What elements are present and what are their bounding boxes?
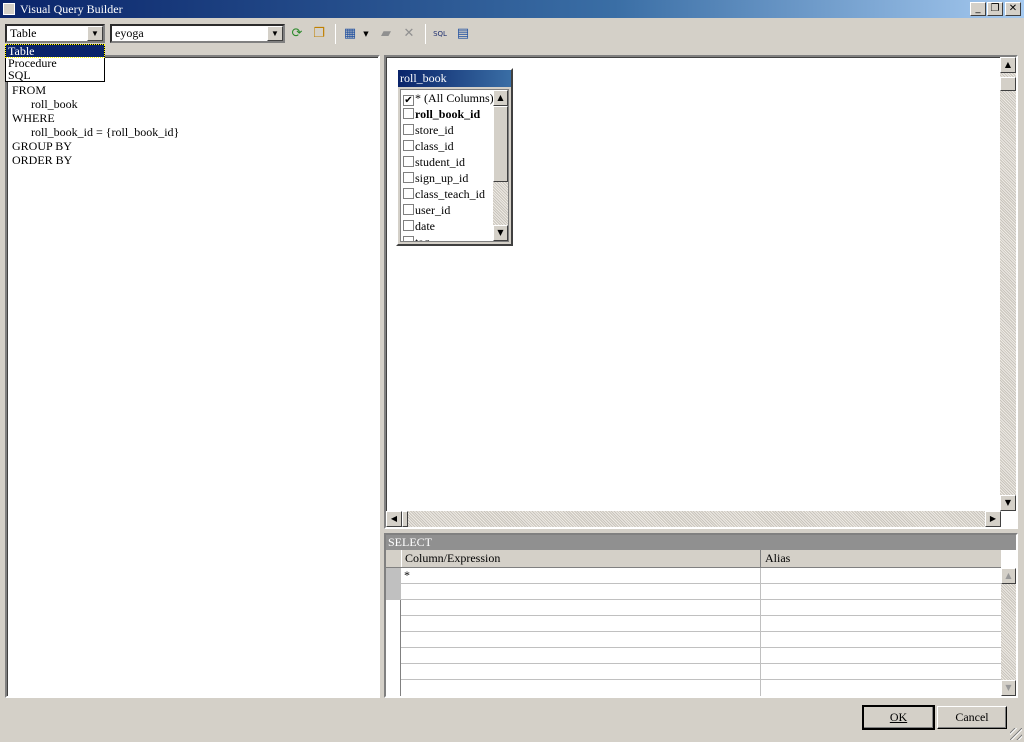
- row-selector[interactable]: [386, 568, 401, 600]
- tree-where[interactable]: WHERE: [12, 111, 55, 126]
- table-row[interactable]: [401, 584, 1001, 600]
- cell-divider: [760, 632, 761, 648]
- tree-group-by[interactable]: GROUP BY: [12, 139, 72, 154]
- grid-view-icon[interactable]: ▤: [454, 25, 472, 43]
- chevron-down-icon[interactable]: ▼: [87, 26, 103, 41]
- tree-condition[interactable]: roll_book_id = {roll_book_id}: [31, 125, 179, 140]
- table-row[interactable]: [401, 616, 1001, 632]
- add-table-icon[interactable]: ▦: [341, 25, 359, 43]
- database-value: eyoga: [115, 26, 144, 40]
- refresh-icon[interactable]: ⟳: [288, 25, 306, 43]
- table-row[interactable]: [401, 680, 1001, 696]
- checkbox[interactable]: [403, 220, 414, 231]
- column-item[interactable]: sign_up_id: [403, 170, 468, 186]
- column-list: ✔ * (All Columns) roll_book_id store_id c…: [400, 89, 509, 242]
- column-item[interactable]: class_id: [403, 138, 454, 154]
- ok-label: OK: [889, 710, 908, 724]
- table-box-roll-book[interactable]: roll_book ✔ * (All Columns) roll_book_id …: [396, 68, 513, 246]
- column-list-scrollbar[interactable]: ▲ ▼: [493, 90, 508, 241]
- scroll-up-icon[interactable]: ▲: [493, 90, 508, 106]
- resize-grip-icon[interactable]: [1010, 728, 1022, 740]
- scroll-left-icon[interactable]: ◀: [386, 511, 402, 527]
- checkbox[interactable]: [403, 156, 414, 167]
- cell-divider: [760, 664, 761, 680]
- restore-button[interactable]: ❐: [987, 2, 1003, 16]
- chevron-down-icon[interactable]: ▼: [267, 26, 283, 41]
- scroll-up-icon[interactable]: ▲: [1000, 57, 1016, 73]
- grid-header: Column/Expression Alias: [386, 550, 1001, 568]
- tree-table[interactable]: roll_book: [31, 97, 78, 112]
- table-box-title[interactable]: roll_book: [398, 70, 511, 87]
- scroll-down-icon[interactable]: ▼: [493, 225, 508, 241]
- scroll-up-icon[interactable]: ▲: [1001, 568, 1016, 584]
- column-item[interactable]: ✔ * (All Columns): [403, 90, 494, 106]
- minimize-button[interactable]: _: [970, 2, 986, 16]
- cell-alias[interactable]: [760, 568, 761, 584]
- ok-button[interactable]: OK: [862, 705, 935, 730]
- toolbar-separator: [425, 24, 426, 44]
- sql-tree-pane: FROM roll_book WHERE roll_book_id = {rol…: [5, 55, 380, 698]
- checkbox[interactable]: [403, 124, 414, 135]
- checkbox[interactable]: [403, 108, 414, 119]
- checkbox-checked-icon[interactable]: ✔: [403, 95, 414, 106]
- column-item[interactable]: date: [403, 218, 435, 234]
- diagram-horizontal-scrollbar[interactable]: ◀ ▶: [386, 511, 1001, 527]
- scroll-down-icon[interactable]: ▼: [1001, 680, 1016, 696]
- sql-icon[interactable]: SQL: [431, 25, 449, 43]
- object-type-dropdown-list[interactable]: Table Procedure SQL: [5, 44, 105, 82]
- table-row[interactable]: *: [401, 568, 1001, 584]
- column-item[interactable]: roll_book_id: [403, 106, 480, 122]
- select-grid-title: SELECT: [386, 535, 1016, 550]
- row-headers: [386, 568, 401, 696]
- dropdown-arrow-icon[interactable]: ▼: [361, 25, 371, 43]
- cell-divider: [760, 584, 761, 600]
- cell-divider: [760, 680, 761, 696]
- checkbox[interactable]: [403, 204, 414, 215]
- table-row[interactable]: [401, 600, 1001, 616]
- tree-order-by[interactable]: ORDER BY: [12, 153, 72, 168]
- column-item[interactable]: student_id: [403, 154, 465, 170]
- object-type-combo[interactable]: Table ▼: [5, 24, 105, 43]
- column-item[interactable]: user_id: [403, 202, 450, 218]
- checkbox[interactable]: [403, 140, 414, 151]
- checkbox[interactable]: [403, 236, 414, 241]
- column-item[interactable]: tag: [403, 234, 430, 241]
- checkbox[interactable]: [403, 188, 414, 199]
- database-combo[interactable]: eyoga ▼: [110, 24, 285, 43]
- scroll-down-icon[interactable]: ▼: [1000, 495, 1016, 511]
- header-alias[interactable]: Alias: [762, 550, 1001, 567]
- cancel-button[interactable]: Cancel: [937, 706, 1007, 729]
- cell-divider: [760, 616, 761, 632]
- title-bar: Visual Query Builder: [0, 0, 1024, 18]
- grid-vertical-scrollbar[interactable]: ▲ ▼: [1001, 568, 1016, 696]
- cell-divider: [760, 600, 761, 616]
- app-icon: [3, 3, 15, 15]
- header-column-expression[interactable]: Column/Expression: [402, 550, 761, 567]
- diagram-vertical-scrollbar[interactable]: ▲ ▼: [1000, 57, 1016, 511]
- checkbox[interactable]: [403, 172, 414, 183]
- delete-icon: ✕: [403, 26, 415, 41]
- scroll-right-icon[interactable]: ▶: [985, 511, 1001, 527]
- toolbar-separator: [335, 24, 336, 44]
- cancel-label: Cancel: [955, 710, 989, 724]
- option-sql[interactable]: SQL: [6, 69, 104, 81]
- window-title: Visual Query Builder: [20, 2, 123, 16]
- table-row[interactable]: [401, 664, 1001, 680]
- row-header-corner: [386, 550, 402, 567]
- scroll-thumb[interactable]: [1000, 77, 1016, 91]
- object-type-value: Table: [10, 26, 37, 40]
- tree-from[interactable]: FROM: [12, 83, 46, 98]
- edit-table-icon: ▰: [381, 26, 391, 41]
- table-row[interactable]: [401, 632, 1001, 648]
- copy-database-icon[interactable]: ❐: [310, 25, 328, 43]
- cell-divider: [760, 648, 761, 664]
- column-item[interactable]: store_id: [403, 122, 454, 138]
- column-item[interactable]: class_teach_id: [403, 186, 485, 202]
- close-button[interactable]: ✕: [1005, 2, 1021, 16]
- scroll-thumb[interactable]: [402, 511, 408, 527]
- table-row[interactable]: [401, 648, 1001, 664]
- scroll-thumb[interactable]: [493, 106, 508, 182]
- cell-column-expression[interactable]: *: [404, 568, 410, 583]
